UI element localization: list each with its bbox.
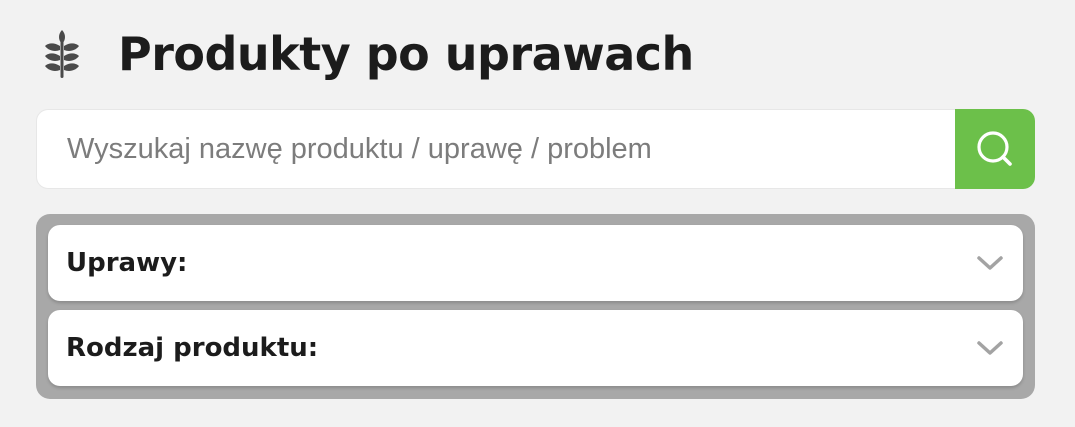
search-icon [975, 129, 1015, 169]
chevron-down-icon [975, 333, 1005, 363]
search-input[interactable] [36, 109, 955, 189]
page-header: Produkty po uprawach [40, 24, 694, 84]
page-title: Produkty po uprawach [118, 27, 694, 81]
product-type-dropdown-label: Rodzaj produktu: [66, 333, 319, 363]
filters-panel: Uprawy: Rodzaj produktu: [36, 214, 1035, 399]
search-bar [36, 109, 1035, 189]
search-button[interactable] [955, 109, 1035, 189]
page: Produkty po uprawach Uprawy: Rodzaj prod… [0, 0, 1075, 427]
crops-dropdown[interactable]: Uprawy: [48, 225, 1023, 301]
product-type-dropdown[interactable]: Rodzaj produktu: [48, 310, 1023, 386]
crops-dropdown-label: Uprawy: [66, 248, 188, 278]
wheat-icon [40, 27, 84, 81]
chevron-down-icon [975, 248, 1005, 278]
